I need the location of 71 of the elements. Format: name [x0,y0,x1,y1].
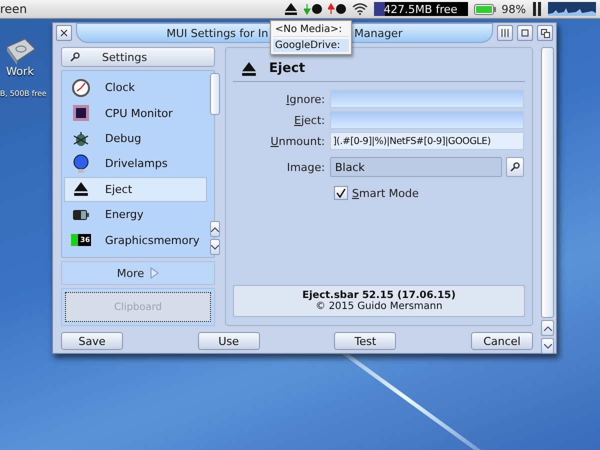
scrollbar-knob[interactable] [541,47,554,318]
caret-down-icon [210,244,219,250]
battery-icon [72,208,90,221]
close-button[interactable] [56,25,72,41]
search-icon [510,162,520,172]
caret-down-icon [544,344,552,348]
iconify-button[interactable] [497,25,513,41]
scroll-up-button[interactable] [541,320,554,336]
menu-item[interactable]: GoogleDrive: [273,39,349,52]
menu-item[interactable]: <No Media>: [273,23,349,37]
depth-icon [540,28,550,38]
window-title: MUI Settings for In [166,26,268,40]
action-button[interactable]: Cancel [470,332,533,350]
action-button[interactable]: Use [198,332,260,350]
caret-up-icon [544,326,552,330]
upload-activity-icon [328,3,346,15]
settings-search-button[interactable]: Settings [61,47,215,67]
list-item[interactable]: Eject [64,176,207,202]
input-field[interactable] [330,90,524,108]
wifi-icon [352,3,368,15]
eject-icon [241,60,257,76]
chip-icon [72,104,90,122]
battery-percent: 98% [502,2,526,16]
download-activity-icon [304,3,322,15]
more-button[interactable]: More [61,261,215,285]
caret-up-icon [210,226,219,232]
list-item[interactable]: Debug [64,126,207,152]
hard-drive-icon [5,37,35,65]
checkmark-icon [336,188,346,198]
eject-icon [73,181,89,198]
zoom-button[interactable] [517,25,533,41]
list-item[interactable]: Clock [64,75,207,100]
battery-icon [474,4,496,14]
image-field[interactable]: Black [330,157,502,177]
action-button[interactable]: Save [61,332,123,350]
lightbulb-icon [73,154,89,174]
browse-button[interactable] [506,157,524,177]
version-text: Eject.sbar 52.15 (17.06.15) [302,290,456,301]
disk-free-text: 427.5MB free [384,2,458,16]
input-field[interactable]: ](.#[0-9]|%)|NetFS#[0-9]|GOOGLE) [330,132,524,150]
bug-icon [72,130,90,148]
icon-label: Work [6,65,34,78]
field-label: Ignore: [285,92,325,106]
checkbox[interactable] [334,186,348,200]
clock-icon [72,78,90,97]
screen-title: reen [0,2,28,16]
window-title: Manager [354,26,402,40]
list-item[interactable]: Drivelamps [64,151,207,177]
window-icon [521,29,529,37]
bars-icon [501,29,509,37]
copyright-text: © 2015 Guido Mersmann [316,301,442,312]
depth-button[interactable] [537,25,553,41]
input-field[interactable] [330,111,524,129]
triangle-right-icon [150,267,160,279]
pause-icon [532,2,542,16]
list-item[interactable]: CPU Monitor [64,100,207,126]
field-label: Eject: [293,114,325,126]
cpu-graph-drawing [548,2,596,16]
checkbox-label: Smart Mode [352,186,419,200]
field-label: Image: [286,160,325,174]
scroll-down-button[interactable] [541,338,554,354]
field-label: Unmount: [270,134,325,148]
search-icon [70,52,80,62]
close-icon [60,29,68,37]
scroll-up-button[interactable] [210,221,220,237]
action-button[interactable]: Test [334,332,396,350]
eject-icon [284,2,298,16]
scroll-down-button[interactable] [210,239,220,255]
panel-title: Eject [269,61,306,76]
list-item[interactable]: Energy [64,202,207,228]
scrollbar-knob[interactable] [210,73,220,115]
